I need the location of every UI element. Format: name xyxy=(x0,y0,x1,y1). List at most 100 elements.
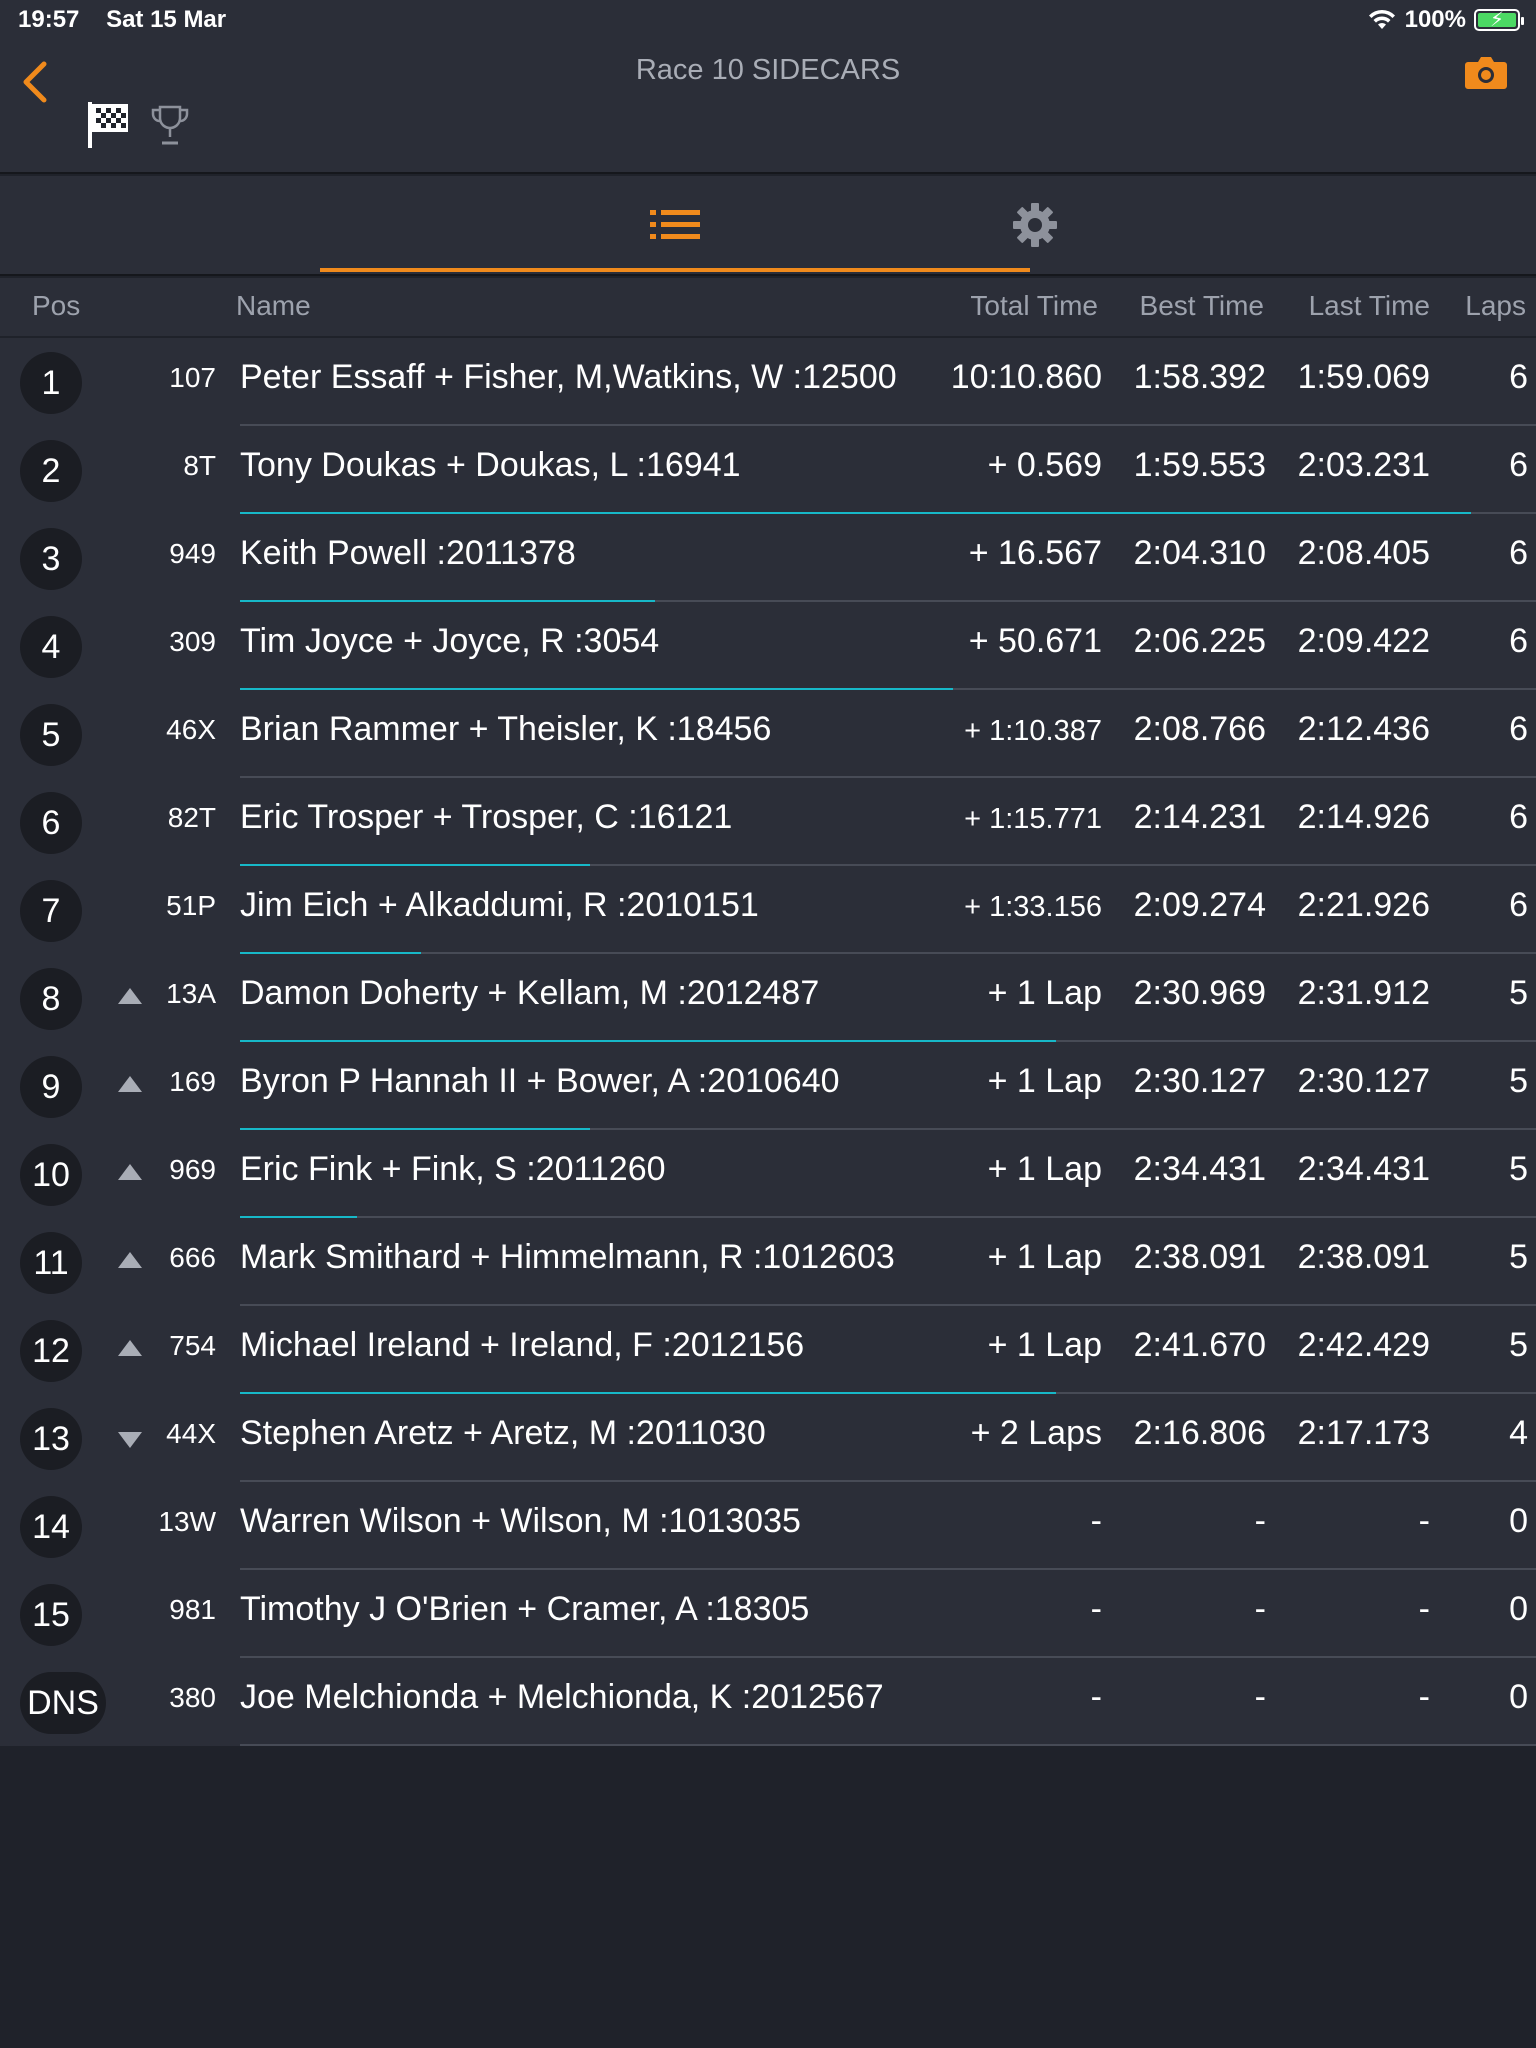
race-number: 8T xyxy=(183,450,216,481)
last-time: - xyxy=(1418,1502,1430,1540)
column-header-last-time[interactable]: Last Time xyxy=(1309,290,1430,322)
table-row[interactable]: 8 13A Damon Doherty + Kellam, M :2012487 + … xyxy=(0,954,1536,1042)
total-time: + 1:10.387 xyxy=(964,715,1102,747)
last-time: 2:42.429 xyxy=(1297,1326,1430,1364)
table-row[interactable]: 14 13W Warren Wilson + Wilson, M :1013035 -… xyxy=(0,1482,1536,1570)
race-number: 754 xyxy=(169,1330,216,1361)
top-bar: 19:57 Sat 15 Mar 100% ⚡ Race 10 SIDECARS xyxy=(0,0,1536,174)
best-time: 2:30.969 xyxy=(1133,974,1266,1012)
tab-settings[interactable] xyxy=(710,176,1360,274)
laps-count: 5 xyxy=(1509,1238,1528,1276)
table-row[interactable]: DNS 380 Joe Melchionda + Melchionda, K :20… xyxy=(0,1658,1536,1746)
race-number: 13W xyxy=(158,1506,216,1537)
laps-count: 6 xyxy=(1509,798,1528,836)
laps-count: 5 xyxy=(1509,1150,1528,1188)
last-time: 2:14.926 xyxy=(1297,798,1430,836)
camera-icon[interactable] xyxy=(1464,54,1508,90)
trophy-icon[interactable] xyxy=(150,104,190,146)
table-row[interactable]: 6 82T Eric Trosper + Trosper, C :16121 + 1:… xyxy=(0,778,1536,866)
table-row[interactable]: 12 754 Michael Ireland + Ireland, F :20121… xyxy=(0,1306,1536,1394)
race-number: 51P xyxy=(166,890,216,921)
laps-count: 6 xyxy=(1509,710,1528,748)
position-badge: 1 xyxy=(20,352,82,414)
status-bar-right: 100% ⚡ xyxy=(1367,6,1524,34)
best-time: 1:59.553 xyxy=(1133,446,1266,484)
position-badge: 11 xyxy=(20,1232,82,1294)
total-time: - xyxy=(1090,1502,1102,1540)
rider-name: Mark Smithard + Himmelmann, R :1012603 xyxy=(240,1238,895,1276)
table-row[interactable]: 11 666 Mark Smithard + Himmelmann, R :1012… xyxy=(0,1218,1536,1306)
rider-name: Keith Powell :2011378 xyxy=(240,534,576,572)
position-badge: 5 xyxy=(20,704,82,766)
column-header-laps[interactable]: Laps xyxy=(1465,290,1526,322)
checkered-flag-icon[interactable] xyxy=(86,100,130,150)
total-time: + 2 Laps xyxy=(970,1414,1102,1452)
table-row[interactable]: 1 107 Peter Essaff + Fisher, M,Watkins, W … xyxy=(0,338,1536,426)
total-time: + 1 Lap xyxy=(987,974,1102,1012)
best-time: 2:16.806 xyxy=(1133,1414,1266,1452)
last-time: 2:17.173 xyxy=(1297,1414,1430,1452)
race-number: 949 xyxy=(169,538,216,569)
page-title: Race 10 SIDECARS xyxy=(635,54,901,86)
results-table: 1 107 Peter Essaff + Fisher, M,Watkins, W … xyxy=(0,338,1536,1746)
table-header: Pos Name Total Time Best Time Last Time … xyxy=(0,278,1536,336)
position-badge: 4 xyxy=(20,616,82,678)
column-header-name[interactable]: Name xyxy=(236,290,311,322)
last-time: 2:31.912 xyxy=(1297,974,1430,1012)
total-time: + 1 Lap xyxy=(987,1326,1102,1364)
last-time: 2:30.127 xyxy=(1297,1062,1430,1100)
rider-name: Damon Doherty + Kellam, M :2012487 xyxy=(240,974,820,1012)
rider-name: Byron P Hannah II + Bower, A :2010640 xyxy=(240,1062,840,1100)
table-row[interactable]: 5 46X Brian Rammer + Theisler, K :18456 + 1… xyxy=(0,690,1536,778)
wifi-icon xyxy=(1368,9,1395,29)
table-row[interactable]: 15 981 Timothy J O'Brien + Cramer, A :1830… xyxy=(0,1570,1536,1658)
laps-count: 4 xyxy=(1509,1414,1528,1452)
table-row[interactable]: 10 969 Eric Fink + Fink, S :2011260 + 1 Lap… xyxy=(0,1130,1536,1218)
best-time: 2:38.091 xyxy=(1133,1238,1266,1276)
position-badge: 13 xyxy=(20,1408,82,1470)
total-time: + 0.569 xyxy=(987,446,1102,484)
last-time: 2:08.405 xyxy=(1297,534,1430,572)
rider-name: Warren Wilson + Wilson, M :1013035 xyxy=(240,1502,801,1540)
rider-name: Jim Eich + Alkaddumi, R :2010151 xyxy=(240,886,759,924)
total-time: 10:10.860 xyxy=(950,358,1102,396)
column-header-best-time[interactable]: Best Time xyxy=(1140,290,1264,322)
last-time: 2:09.422 xyxy=(1297,622,1430,660)
total-time: + 1 Lap xyxy=(987,1062,1102,1100)
table-row[interactable]: 9 169 Byron P Hannah II + Bower, A :201064… xyxy=(0,1042,1536,1130)
total-time: + 16.567 xyxy=(968,534,1102,572)
column-header-total-time[interactable]: Total Time xyxy=(970,290,1098,322)
battery-charging-icon: ⚡ xyxy=(1474,9,1524,31)
rider-name: Tony Doukas + Doukas, L :16941 xyxy=(240,446,741,484)
position-badge: 6 xyxy=(20,792,82,854)
table-row[interactable]: 4 309 Tim Joyce + Joyce, R :3054 + 50.671 2:… xyxy=(0,602,1536,690)
table-row[interactable]: 7 51P Jim Eich + Alkaddumi, R :2010151 + 1:… xyxy=(0,866,1536,954)
best-time: 2:34.431 xyxy=(1133,1150,1266,1188)
best-time: 2:30.127 xyxy=(1133,1062,1266,1100)
race-number: 169 xyxy=(169,1066,216,1097)
best-time: 2:41.670 xyxy=(1133,1326,1266,1364)
battery-percent: 100% xyxy=(1404,6,1466,33)
last-time: 2:34.431 xyxy=(1297,1150,1430,1188)
best-time: 2:04.310 xyxy=(1133,534,1266,572)
rider-name: Michael Ireland + Ireland, F :2012156 xyxy=(240,1326,805,1364)
tab-bar xyxy=(0,176,1536,276)
table-row[interactable]: 2 8T Tony Doukas + Doukas, L :16941 + 0.569… xyxy=(0,426,1536,514)
position-badge: DNS xyxy=(20,1672,106,1734)
best-time: - xyxy=(1254,1502,1266,1540)
table-row[interactable]: 3 949 Keith Powell :2011378 + 16.567 2:04.31… xyxy=(0,514,1536,602)
total-time: + 1:15.771 xyxy=(964,803,1102,835)
race-number: 969 xyxy=(169,1154,216,1185)
row-divider xyxy=(240,1744,1536,1746)
last-time: - xyxy=(1418,1590,1430,1628)
table-row[interactable]: 13 44X Stephen Aretz + Aretz, M :2011030 + … xyxy=(0,1394,1536,1482)
race-number: 46X xyxy=(166,714,216,745)
position-badge: 10 xyxy=(20,1144,82,1206)
best-time: - xyxy=(1254,1590,1266,1628)
position-badge: 15 xyxy=(20,1584,82,1646)
laps-count: 5 xyxy=(1509,1326,1528,1364)
rider-name: Eric Fink + Fink, S :2011260 xyxy=(240,1150,666,1188)
total-time: + 1 Lap xyxy=(987,1150,1102,1188)
column-header-pos[interactable]: Pos xyxy=(32,290,80,322)
last-time: 2:38.091 xyxy=(1297,1238,1430,1276)
